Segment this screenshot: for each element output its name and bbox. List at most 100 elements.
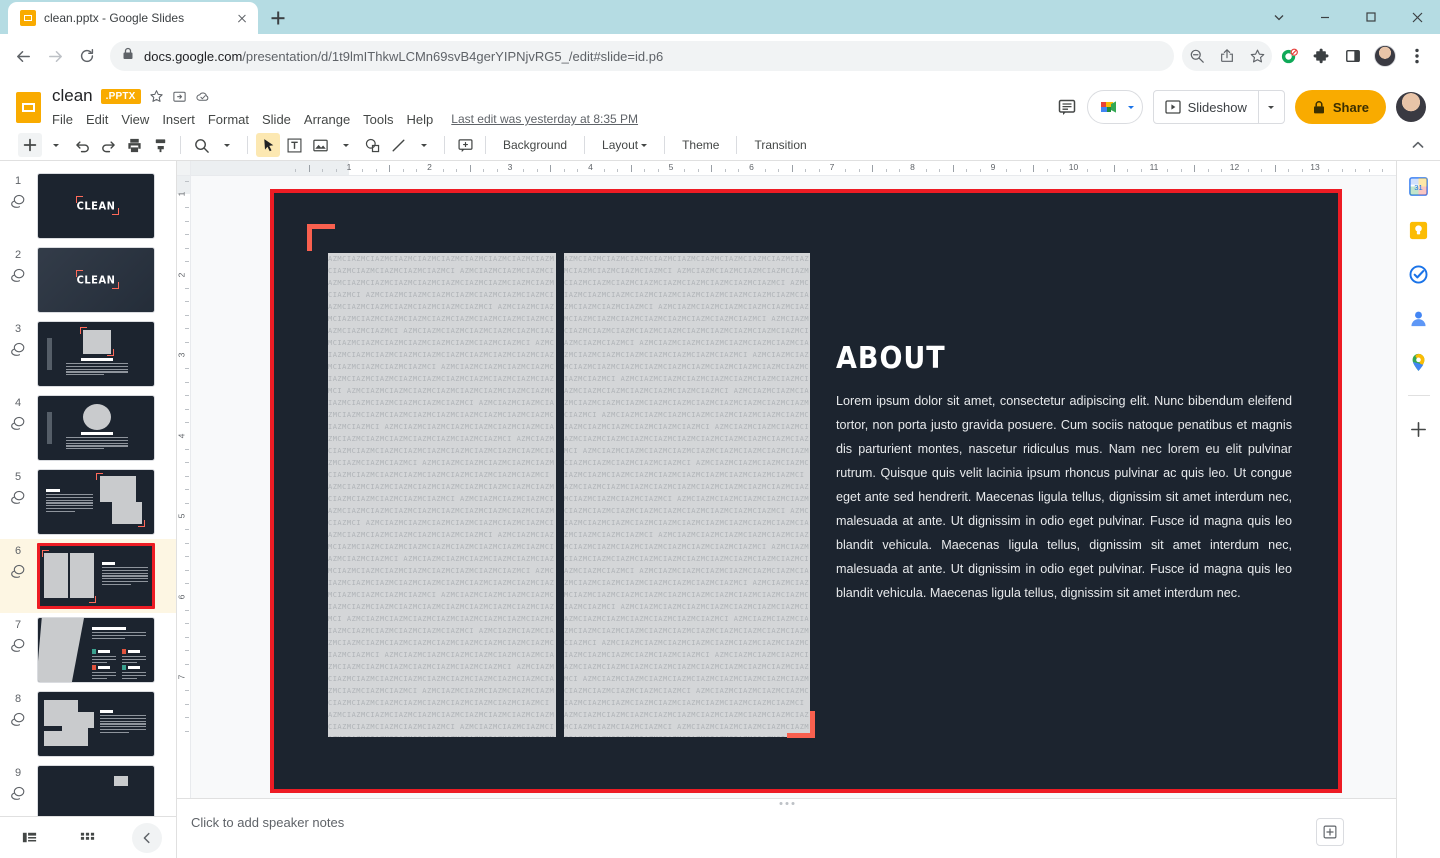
chevron-down-icon[interactable] <box>1256 0 1302 34</box>
slide-thumbnail-row[interactable]: 9 <box>0 761 176 816</box>
slide-thumbnail[interactable] <box>37 617 155 683</box>
minimize-icon[interactable] <box>1302 0 1348 34</box>
selected-slide-frame[interactable]: AZMCIAZMCIAZMCIAZMCIAZMCIAZMCIAZMCIAZMCI… <box>270 189 1342 793</box>
menu-view[interactable]: View <box>121 112 149 127</box>
menu-file[interactable]: File <box>52 112 73 127</box>
forward-arrow-icon[interactable] <box>40 41 70 71</box>
zoom-out-icon[interactable] <box>1182 41 1212 71</box>
layers-icon[interactable] <box>10 193 27 215</box>
extensions-puzzle-icon[interactable] <box>1306 41 1336 71</box>
profile-avatar[interactable] <box>1370 41 1400 71</box>
slideshow-button[interactable]: Slideshow <box>1152 90 1285 124</box>
slide-content[interactable]: AZMCIAZMCIAZMCIAZMCIAZMCIAZMCIAZMCIAZMCI… <box>274 193 1338 789</box>
select-tool-button[interactable] <box>256 133 280 157</box>
line-button[interactable] <box>386 133 410 157</box>
slideshow-dropdown[interactable] <box>1257 91 1284 123</box>
address-bar[interactable]: docs.google.com/presentation/d/1t9lmIThk… <box>110 41 1174 71</box>
cloud-saved-icon[interactable] <box>195 89 211 104</box>
last-edit-status[interactable]: Last edit was yesterday at 8:35 PM <box>451 112 638 126</box>
slide-thumbnail[interactable] <box>37 691 155 757</box>
account-avatar[interactable] <box>1396 92 1426 122</box>
collapse-panel-icon[interactable] <box>131 822 162 853</box>
new-slide-dropdown[interactable] <box>44 133 68 157</box>
new-tab-icon[interactable] <box>264 4 292 32</box>
star-icon[interactable] <box>149 89 164 104</box>
filmstrip-scroll[interactable]: 1 CLEAN 2 CLEAN 3 4 5 6 7 8 9 <box>0 161 176 816</box>
layout-button[interactable]: Layout <box>593 133 656 157</box>
horizontal-ruler[interactable]: 1 2 3 4 5 6 7 8 9 10 11 12 13 <box>177 161 1396 176</box>
menu-format[interactable]: Format <box>208 112 249 127</box>
maximize-icon[interactable] <box>1348 0 1394 34</box>
placeholder-image-right[interactable]: AZMCIAZMCIAZMCIAZMCIAZMCIAZMCIAZMCIAZMCI… <box>564 253 810 737</box>
page-title[interactable]: clean <box>52 86 93 106</box>
undo-button[interactable] <box>70 133 94 157</box>
slide-thumbnail[interactable] <box>37 321 155 387</box>
explore-icon[interactable] <box>1316 818 1344 846</box>
theme-button[interactable]: Theme <box>673 133 728 157</box>
layers-icon[interactable] <box>10 415 27 437</box>
layers-icon[interactable] <box>10 267 27 289</box>
google-tasks-icon[interactable] <box>1408 263 1430 285</box>
window-close-icon[interactable] <box>1394 0 1440 34</box>
layers-icon[interactable] <box>10 489 27 511</box>
menu-insert[interactable]: Insert <box>162 112 195 127</box>
print-button[interactable] <box>122 133 146 157</box>
slide-thumbnail-row[interactable]: 8 <box>0 687 176 761</box>
slide-thumbnail-row[interactable]: 2 CLEAN <box>0 243 176 317</box>
slide-thumbnail[interactable] <box>37 395 155 461</box>
slide-thumbnail[interactable] <box>37 765 155 816</box>
text-box-button[interactable] <box>282 133 306 157</box>
google-calendar-icon[interactable]: 31 <box>1408 175 1430 197</box>
placeholder-image-left[interactable]: AZMCIAZMCIAZMCIAZMCIAZMCIAZMCIAZMCIAZMCI… <box>328 253 556 737</box>
slide-thumbnail[interactable]: CLEAN <box>37 173 155 239</box>
collapse-toolbar-icon[interactable] <box>1406 133 1430 157</box>
menu-slide[interactable]: Slide <box>262 112 291 127</box>
transition-button[interactable]: Transition <box>745 133 815 157</box>
browser-tab[interactable]: clean.pptx - Google Slides <box>8 2 258 34</box>
slide-body-text[interactable]: Lorem ipsum dolor sit amet, consectetur … <box>836 389 1292 605</box>
slide-thumbnail-row[interactable]: 5 <box>0 465 176 539</box>
google-keep-icon[interactable] <box>1408 219 1430 241</box>
menu-help[interactable]: Help <box>407 112 434 127</box>
slide-thumbnail-row[interactable]: 1 CLEAN <box>0 169 176 243</box>
slide-heading[interactable]: ABOUT <box>836 341 946 376</box>
comment-history-icon[interactable] <box>1057 97 1077 117</box>
slide-canvas-area[interactable]: AZMCIAZMCIAZMCIAZMCIAZMCIAZMCIAZMCIAZMCI… <box>191 176 1396 798</box>
zoom-dropdown[interactable] <box>215 133 239 157</box>
slide-thumbnail-row[interactable]: 3 <box>0 317 176 391</box>
share-icon[interactable] <box>1212 41 1242 71</box>
new-slide-button[interactable] <box>18 133 42 157</box>
close-icon[interactable] <box>234 10 250 26</box>
meet-button[interactable] <box>1086 90 1143 124</box>
slide-thumbnail[interactable] <box>37 543 155 609</box>
share-button[interactable]: Share <box>1294 90 1386 124</box>
zoom-button[interactable] <box>189 133 213 157</box>
layers-icon[interactable] <box>10 637 27 659</box>
slide-thumbnail-row[interactable]: 4 <box>0 391 176 465</box>
layers-icon[interactable] <box>10 341 27 363</box>
extension-green-icon[interactable] <box>1274 41 1304 71</box>
notes-resize-handle[interactable] <box>779 802 794 805</box>
menu-tools[interactable]: Tools <box>363 112 393 127</box>
back-arrow-icon[interactable] <box>8 41 38 71</box>
menu-edit[interactable]: Edit <box>86 112 108 127</box>
background-button[interactable]: Background <box>494 133 576 157</box>
speaker-notes-panel[interactable]: Click to add speaker notes <box>177 798 1396 858</box>
insert-image-button[interactable] <box>308 133 332 157</box>
redo-button[interactable] <box>96 133 120 157</box>
google-maps-icon[interactable] <box>1408 351 1430 373</box>
filmstrip-view-icon[interactable] <box>14 823 44 853</box>
bookmark-star-icon[interactable] <box>1242 41 1272 71</box>
vertical-ruler[interactable]: 1 2 3 4 5 6 7 <box>177 176 191 798</box>
insert-image-dropdown[interactable] <box>334 133 358 157</box>
add-addon-icon[interactable] <box>1408 418 1430 440</box>
layers-icon[interactable] <box>10 711 27 733</box>
slide-thumbnail-row[interactable]: 7 <box>0 613 176 687</box>
google-slides-logo[interactable] <box>10 89 46 125</box>
menu-arrange[interactable]: Arrange <box>304 112 350 127</box>
chrome-menu-icon[interactable] <box>1402 41 1432 71</box>
reload-icon[interactable] <box>72 41 102 71</box>
paint-format-button[interactable] <box>148 133 172 157</box>
layers-icon[interactable] <box>10 785 27 807</box>
layers-icon[interactable] <box>10 563 27 585</box>
